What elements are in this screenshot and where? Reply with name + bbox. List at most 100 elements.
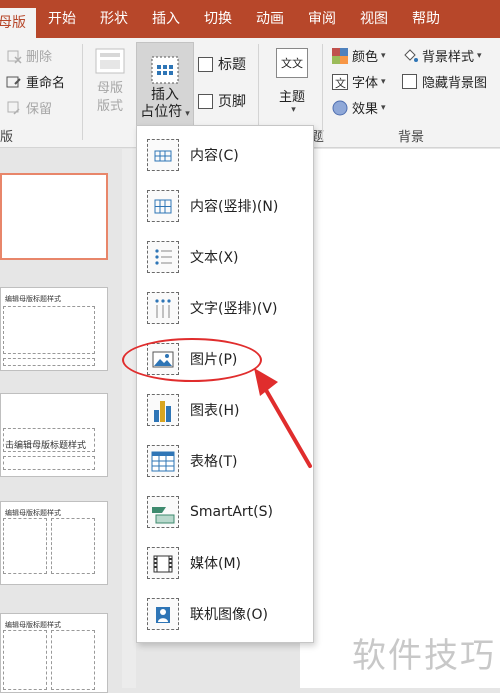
menu-item-label: 联机图像(O) (190, 607, 268, 623)
thumbnail-placeholder (3, 456, 95, 470)
thumbnail-title: 编辑母版标题样式 (5, 295, 61, 303)
font-icon: 文 (332, 73, 348, 90)
menu-item-text-vertical[interactable]: 文字(竖排)(V) (137, 283, 313, 333)
master-layout-icon (95, 48, 125, 74)
delete-label: 删除 (26, 50, 53, 65)
thumbnail-placeholder (3, 306, 95, 354)
insert-placeholder-label-1: 插入 (151, 87, 179, 103)
chevron-down-icon: ▾ (381, 102, 386, 113)
separator (82, 44, 83, 140)
fonts-button[interactable]: 文 字体 ▾ (332, 72, 386, 91)
group-label-background: 背景 (398, 130, 425, 145)
footer-checkbox[interactable]: 页脚 (198, 91, 246, 111)
preserve-button[interactable]: 保留 (6, 98, 52, 117)
text-vertical-icon (147, 292, 179, 324)
slide-thumbnail-pane: 编辑母版标题样式 击编辑母版标题样式 编辑母版标题样式 编辑母版标题样式 (0, 149, 122, 693)
thumbnail-placeholder (3, 428, 95, 452)
hide-background-checkbox[interactable]: 隐藏背景图 (402, 72, 487, 91)
footer-checkbox-box[interactable] (198, 93, 213, 109)
delete-icon (7, 50, 22, 64)
menu-item-label: 内容(竖排)(N) (190, 199, 279, 215)
title-checkbox[interactable]: 标题 (198, 54, 246, 74)
thumbnail-placeholder (3, 518, 47, 574)
tab-shapes[interactable]: 形状 (88, 0, 140, 38)
slide-thumbnail[interactable]: 编辑母版标题样式 (0, 287, 108, 371)
rename-button[interactable]: 重命名 (6, 72, 65, 91)
delete-button[interactable]: 删除 (6, 46, 52, 65)
background-styles-label: 背景样式 (422, 50, 475, 65)
tab-view[interactable]: 视图 (348, 0, 400, 38)
content-vertical-icon (147, 190, 179, 222)
tab-home[interactable]: 开始 (36, 0, 88, 38)
annotation-arrow-icon (254, 368, 312, 468)
slide-thumbnail[interactable]: 编辑母版标题样式 (0, 501, 108, 585)
menu-item-label: 媒体(M) (190, 556, 242, 572)
chevron-down-icon: ▾ (381, 76, 386, 87)
rename-icon (6, 76, 21, 87)
menu-item-label: 图表(H) (190, 403, 240, 419)
menu-item-label: 文字(竖排)(V) (190, 301, 278, 317)
thumbnail-footer (3, 358, 95, 366)
smartart-icon (147, 496, 179, 528)
svg-text:文: 文 (335, 76, 346, 90)
menu-item-online-image[interactable]: 联机图像(O) (137, 589, 313, 639)
separator (322, 44, 323, 140)
tab-animations[interactable]: 动画 (244, 0, 296, 38)
master-layout-button[interactable]: 母版 版式 (90, 48, 130, 116)
thumbnail-title: 编辑母版标题样式 (5, 509, 61, 517)
theme-button[interactable]: 文文 主题 ▾ (272, 48, 312, 115)
fonts-label: 字体 (352, 76, 379, 91)
thumbnail-title: 编辑母版标题样式 (5, 621, 61, 629)
theme-icon-text: 文文 (281, 57, 303, 70)
tab-slide-master[interactable]: 母版 (0, 8, 36, 38)
colors-button[interactable]: 颜色 ▾ (332, 46, 386, 65)
ribbon-tab-bar: 母版 开始 形状 插入 切换 动画 审阅 视图 帮助 (0, 0, 500, 38)
pin-icon (7, 101, 20, 115)
menu-item-label: SmartArt(S) (190, 504, 273, 520)
menu-item-label: 表格(T) (190, 454, 238, 470)
menu-item-media[interactable]: 媒体(M) (137, 538, 313, 588)
effects-icon (332, 100, 348, 115)
title-checkbox-label: 标题 (218, 57, 246, 73)
title-checkbox-box[interactable] (198, 56, 213, 72)
insert-placeholder-button[interactable]: 插入 占位符 ▾ (136, 42, 194, 126)
slide-thumbnail-selected[interactable] (0, 173, 108, 260)
tab-review[interactable]: 审阅 (296, 0, 348, 38)
chevron-down-icon: ▾ (477, 50, 482, 61)
thumbnail-placeholder (3, 630, 47, 690)
thumbnail-placeholder (51, 630, 95, 690)
content-icon (147, 139, 179, 171)
slide-canvas[interactable] (300, 149, 500, 688)
footer-checkbox-label: 页脚 (218, 94, 246, 110)
highlight-ellipse (122, 338, 262, 382)
thumbnail-scrollbar[interactable] (122, 149, 136, 688)
rename-label: 重命名 (26, 76, 66, 91)
group-label-edit-master: 版 (0, 130, 14, 145)
slide-thumbnail[interactable]: 击编辑母版标题样式 (0, 393, 108, 477)
menu-item-smartart[interactable]: SmartArt(S) (137, 487, 313, 537)
watermark: 软件技巧 (352, 636, 496, 676)
master-layout-label-2: 版式 (96, 99, 123, 114)
online-image-icon (147, 598, 179, 630)
text-icon (147, 241, 179, 273)
media-icon (147, 547, 179, 579)
tab-help[interactable]: 帮助 (400, 0, 452, 38)
preserve-label: 保留 (26, 102, 53, 117)
chevron-down-icon: ▾ (185, 109, 190, 119)
background-styles-button[interactable]: 背景样式 ▾ (402, 46, 482, 65)
menu-item-text[interactable]: 文本(X) (137, 232, 313, 282)
menu-item-label: 文本(X) (190, 250, 239, 266)
menu-item-content-vertical[interactable]: 内容(竖排)(N) (137, 181, 313, 231)
effects-button[interactable]: 效果 ▾ (332, 98, 386, 117)
thumbnail-placeholder (51, 518, 95, 574)
effects-label: 效果 (352, 102, 379, 117)
tab-insert[interactable]: 插入 (140, 0, 192, 38)
placeholder-grid-icon (151, 56, 179, 84)
slide-thumbnail[interactable]: 编辑母版标题样式 (0, 613, 108, 693)
menu-item-label: 内容(C) (190, 148, 239, 164)
tab-transitions[interactable]: 切换 (192, 0, 244, 38)
master-layout-label-1: 母版 (96, 81, 123, 96)
insert-placeholder-label-2: 占位符 ▾ (140, 104, 190, 120)
hide-background-checkbox-box[interactable] (402, 74, 417, 89)
menu-item-content[interactable]: 内容(C) (137, 130, 313, 180)
